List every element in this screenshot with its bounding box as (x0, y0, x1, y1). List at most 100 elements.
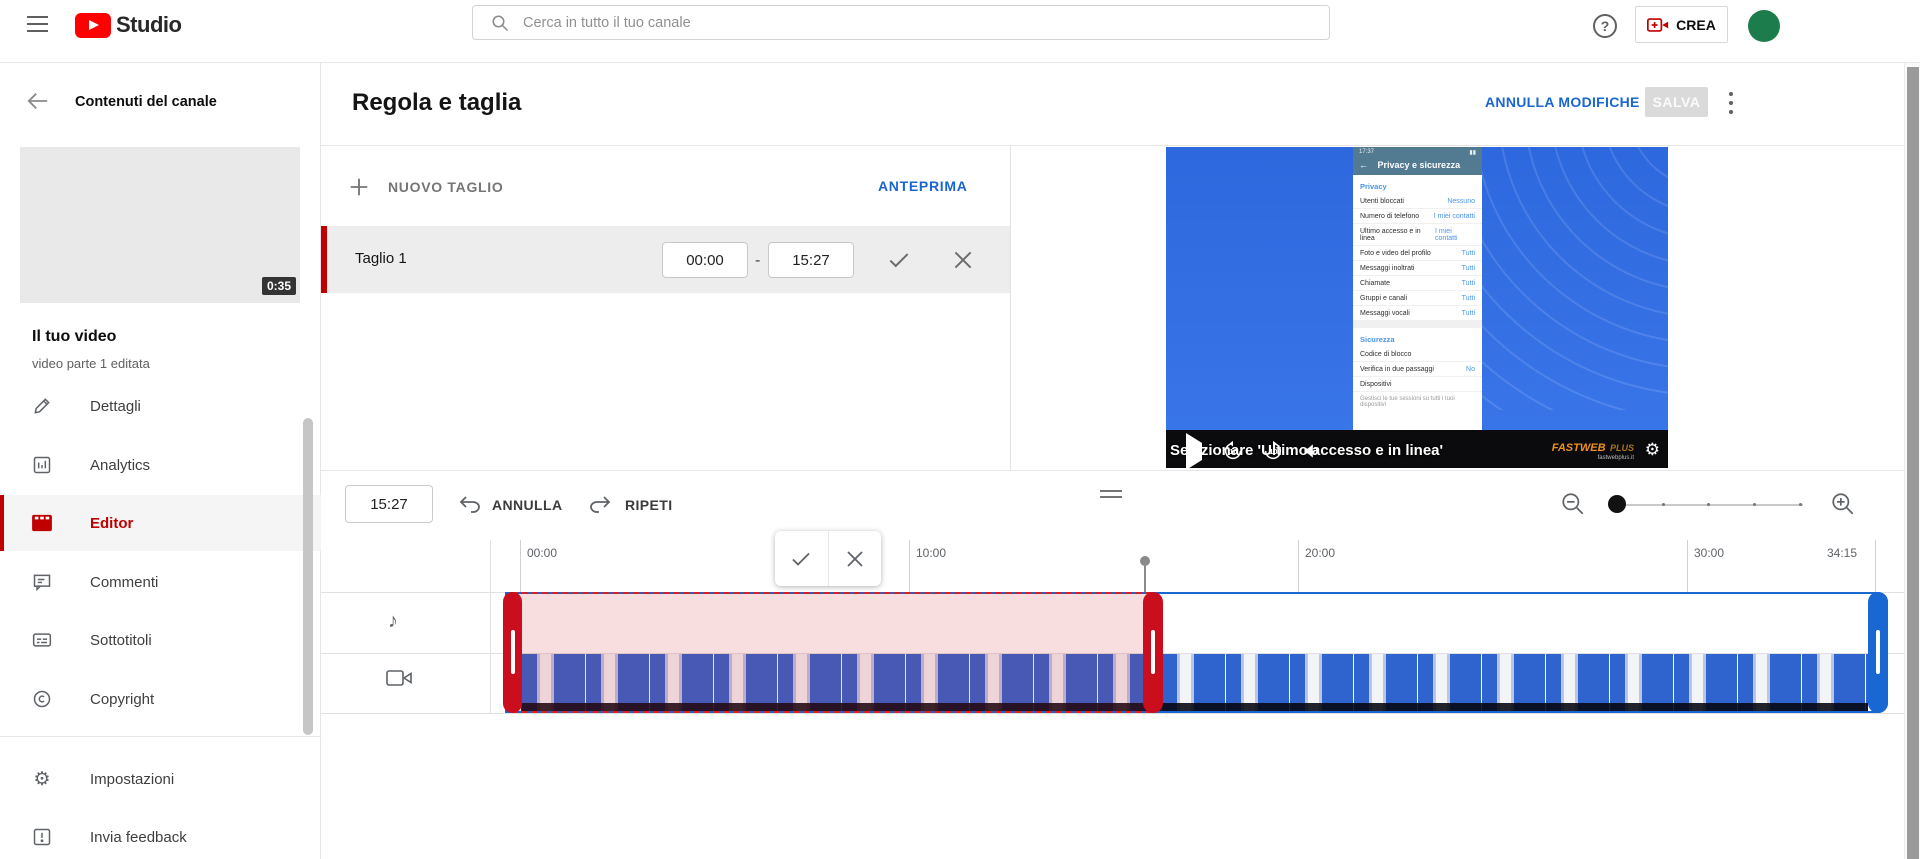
close-icon (843, 547, 867, 571)
phone-settings-row: Utenti bloccati Nessuno (1353, 194, 1482, 209)
video-player[interactable]: 17:37 ▮▮ ← Privacy e sicurezza Privacy (1166, 147, 1668, 468)
feedback-icon (30, 825, 54, 849)
header-divider (321, 145, 1920, 146)
close-icon (950, 247, 976, 273)
play-button[interactable] (1186, 443, 1202, 461)
ruler-tick (1687, 540, 1688, 592)
track-border (321, 713, 1920, 714)
cut-start-input[interactable] (662, 242, 748, 278)
volume-button[interactable] (1302, 441, 1322, 461)
undo-icon (458, 495, 482, 515)
clip-end-handle[interactable] (1868, 592, 1888, 713)
phone-settings-row: Foto e video del profilo Tutti (1353, 246, 1482, 261)
brand-text: Studio (116, 12, 181, 38)
overflow-menu-button[interactable] (1725, 89, 1737, 117)
search-input[interactable] (523, 15, 1329, 31)
channel-search[interactable] (472, 5, 1330, 40)
cut-color-bar (321, 226, 327, 293)
watermark-brand2: PLUS (1610, 443, 1634, 453)
undo-button[interactable]: ANNULLA (492, 497, 562, 513)
zoom-slider-thumb[interactable] (1608, 495, 1626, 513)
sidebar-item-dettagli[interactable]: Dettagli (0, 378, 321, 434)
duration-badge: 0:35 (262, 277, 296, 295)
trim-region[interactable] (512, 592, 1152, 713)
new-cut-button[interactable]: NUOVO TAGLIO (388, 179, 503, 195)
timeline-divider (321, 470, 1920, 471)
ruler-label: 30:00 (1694, 546, 1724, 560)
zoom-in-icon[interactable] (1830, 491, 1856, 517)
undo-changes-button[interactable]: ANNULLA MODIFICHE (1485, 94, 1640, 110)
trim-handle-left[interactable] (503, 592, 522, 713)
phone-back-icon: ← (1359, 160, 1368, 170)
cut-row[interactable]: Taglio 1 - (321, 226, 1010, 293)
phone-settings-row: Ultimo accesso e in linea I miei contatt… (1353, 224, 1482, 246)
cut-name: Taglio 1 (355, 250, 407, 267)
ruler-label: 00:00 (527, 546, 557, 560)
trim-handle-right[interactable] (1143, 592, 1163, 713)
playhead[interactable] (1140, 556, 1150, 566)
sidebar-item-copyright[interactable]: Copyright (0, 671, 321, 727)
phone-settings-list: Privacy Utenti bloccati Nessuno Numero d… (1353, 175, 1482, 430)
page-scrollbar-thumb[interactable] (1907, 67, 1919, 859)
sidebar-item-impostazioni[interactable]: ⚙ Impostazioni (0, 751, 321, 807)
video-subtitle: video parte 1 editata (32, 356, 150, 371)
phone-settings-row: Messaggi vocali Tutti (1353, 306, 1482, 321)
youtube-studio-app: Studio ? CREA Contenuti del canale 0:35 (0, 0, 1920, 859)
sidebar-item-sottotitoli[interactable]: Sottotitoli (0, 612, 321, 668)
confirm-cut-button[interactable] (886, 247, 912, 273)
ruler-tick (520, 540, 521, 592)
forward-10-button[interactable]: 10 (1262, 440, 1284, 462)
sidebar-item-commenti[interactable]: Commenti (0, 554, 321, 610)
sidebar-item-editor[interactable]: Editor (0, 495, 321, 551)
page-scrollbar[interactable] (1904, 63, 1920, 859)
question-icon: ? (1601, 18, 1610, 34)
sidebar-scrollbar[interactable] (303, 418, 313, 735)
trim-cancel-button[interactable] (829, 531, 882, 586)
svg-text:10: 10 (1229, 447, 1237, 456)
comments-icon (30, 570, 54, 594)
phone-settings-row: Messaggi inoltrati Tutti (1353, 261, 1482, 276)
delete-cut-button[interactable] (950, 247, 976, 273)
timeline-zoom-controls (1560, 488, 1860, 522)
timeline-current-time-input[interactable] (345, 485, 433, 523)
youtube-studio-logo[interactable]: Studio (75, 12, 181, 38)
panel-divider (1010, 145, 1011, 470)
zoom-slider[interactable] (1620, 504, 1803, 506)
redo-button[interactable]: RIPETI (625, 497, 673, 513)
phone-settings-row: Gruppi e canali Tutti (1353, 291, 1482, 306)
phone-header: 17:37 ▮▮ ← Privacy e sicurezza (1353, 147, 1482, 175)
page-title: Regola e taglia (352, 89, 521, 117)
back-navigation[interactable]: Contenuti del canale (0, 87, 321, 120)
phone-settings-row (1353, 321, 1482, 328)
youtube-play-icon (75, 13, 111, 38)
sidebar-item-analytics[interactable]: Analytics (0, 437, 321, 493)
save-button[interactable]: SALVA (1645, 87, 1708, 117)
panel-resize-handle[interactable] (1100, 490, 1122, 502)
player-settings-button[interactable]: ⚙ (1645, 440, 1660, 460)
watermark-brand: FASTWEB (1552, 442, 1606, 454)
playhead-stem (1144, 566, 1146, 592)
trim-confirm-button[interactable] (775, 531, 829, 586)
gear-icon: ⚙ (30, 767, 54, 791)
range-separator: - (755, 252, 760, 270)
redo-icon (588, 495, 612, 515)
crea-button[interactable]: CREA (1635, 6, 1728, 43)
phone-settings-row: Gestisci le tue sessioni su tutti i tuoi… (1353, 392, 1482, 411)
sidebar-item-invia-feedback[interactable]: Invia feedback (0, 809, 321, 859)
ruler-label: 10:00 (916, 546, 946, 560)
rewind-10-button[interactable]: 10 (1222, 440, 1244, 462)
phone-settings-row: Sicurezza (1353, 328, 1482, 347)
play-icon (1186, 433, 1202, 468)
camera-icon (386, 668, 412, 688)
hamburger-menu-icon[interactable] (27, 16, 48, 32)
preview-button[interactable]: ANTEPRIMA (878, 178, 968, 194)
editor-icon (30, 511, 54, 535)
account-avatar[interactable] (1748, 10, 1780, 42)
video-thumbnail: 0:35 (20, 147, 300, 303)
cut-end-input[interactable] (768, 242, 854, 278)
phone-settings-row: Codice di blocco (1353, 347, 1482, 362)
phone-clock: 17:37 (1359, 149, 1374, 156)
zoom-out-icon[interactable] (1560, 491, 1586, 517)
help-button[interactable]: ? (1593, 14, 1617, 38)
ruler-tick (909, 540, 910, 592)
